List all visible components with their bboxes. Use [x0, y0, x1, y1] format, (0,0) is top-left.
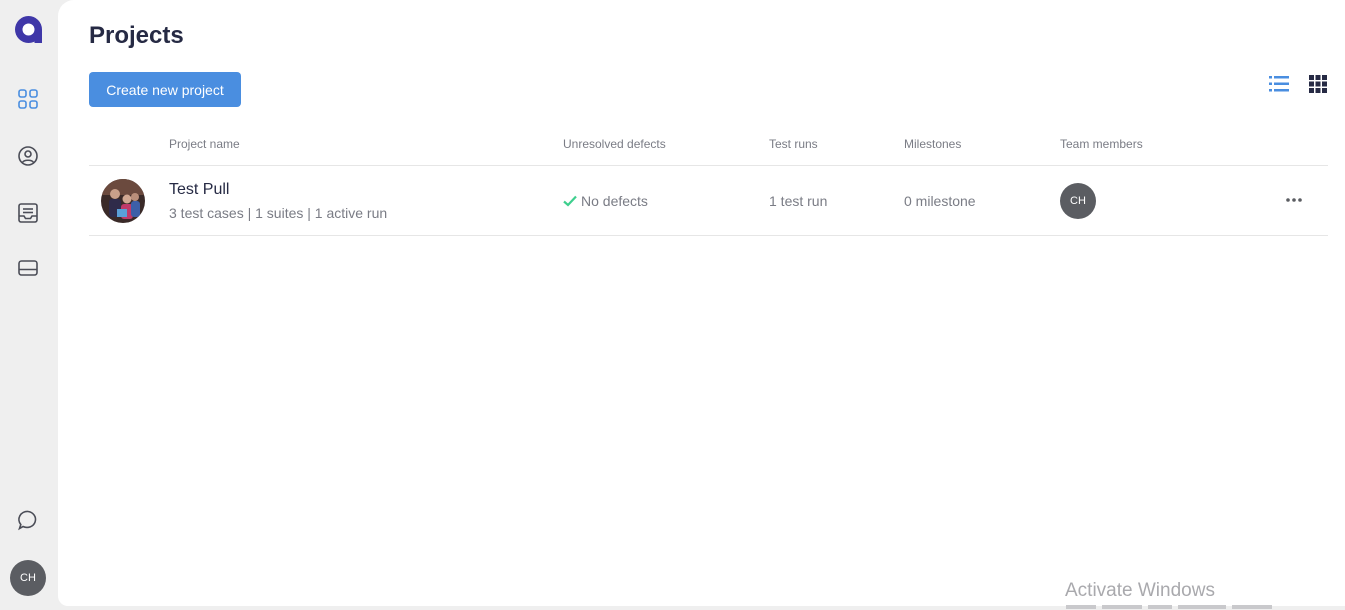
page-title: Projects [89, 22, 184, 49]
column-header-unresolved-defects: Unresolved defects [563, 137, 666, 151]
sidebar-item-device[interactable] [13, 253, 43, 283]
watermark-subtext-fragment [1066, 605, 1272, 609]
column-header-team-members: Team members [1060, 137, 1143, 151]
project-summary: 3 test cases | 1 suites | 1 active run [169, 205, 388, 221]
chat-bubble-icon [18, 510, 37, 531]
defects-status: No defects [563, 193, 648, 209]
grid-icon [18, 89, 38, 109]
project-name-link[interactable]: Test Pull [169, 181, 229, 199]
test-runs-count[interactable]: 1 test run [769, 193, 827, 209]
team-member-avatar[interactable]: CH [1060, 183, 1096, 219]
check-icon [563, 195, 577, 207]
user-avatar[interactable]: CH [10, 560, 46, 596]
defects-label: No defects [581, 193, 648, 209]
column-header-project-name: Project name [169, 137, 240, 151]
milestones-count: 0 milestone [904, 193, 976, 209]
chat-button[interactable] [15, 507, 41, 533]
list-view-icon[interactable] [1269, 75, 1289, 93]
app-window: CH Projects Create new project Project n… [0, 0, 1345, 610]
sidebar-item-projects[interactable] [13, 84, 43, 114]
main-panel: Projects Create new project Project name… [58, 0, 1345, 606]
sidebar: CH [0, 0, 58, 610]
sidebar-item-account[interactable] [13, 141, 43, 171]
more-options-button[interactable] [1285, 192, 1303, 208]
brand-logo-icon[interactable] [14, 15, 43, 44]
more-horizontal-icon [1286, 198, 1302, 202]
sidebar-item-reports[interactable] [13, 198, 43, 228]
projects-table: Project name Unresolved defects Test run… [89, 130, 1328, 236]
column-header-test-runs: Test runs [769, 137, 818, 151]
grid-view-icon[interactable] [1309, 75, 1327, 93]
create-project-button[interactable]: Create new project [89, 72, 241, 107]
inbox-icon [18, 203, 38, 223]
drive-icon [18, 260, 38, 276]
windows-activation-watermark: Activate Windows [1065, 580, 1215, 601]
column-header-milestones: Milestones [904, 137, 962, 151]
table-header: Project name Unresolved defects Test run… [89, 130, 1328, 166]
project-avatar[interactable] [101, 179, 145, 223]
table-row[interactable]: Test Pull 3 test cases | 1 suites | 1 ac… [89, 166, 1328, 236]
user-circle-icon [18, 146, 38, 166]
